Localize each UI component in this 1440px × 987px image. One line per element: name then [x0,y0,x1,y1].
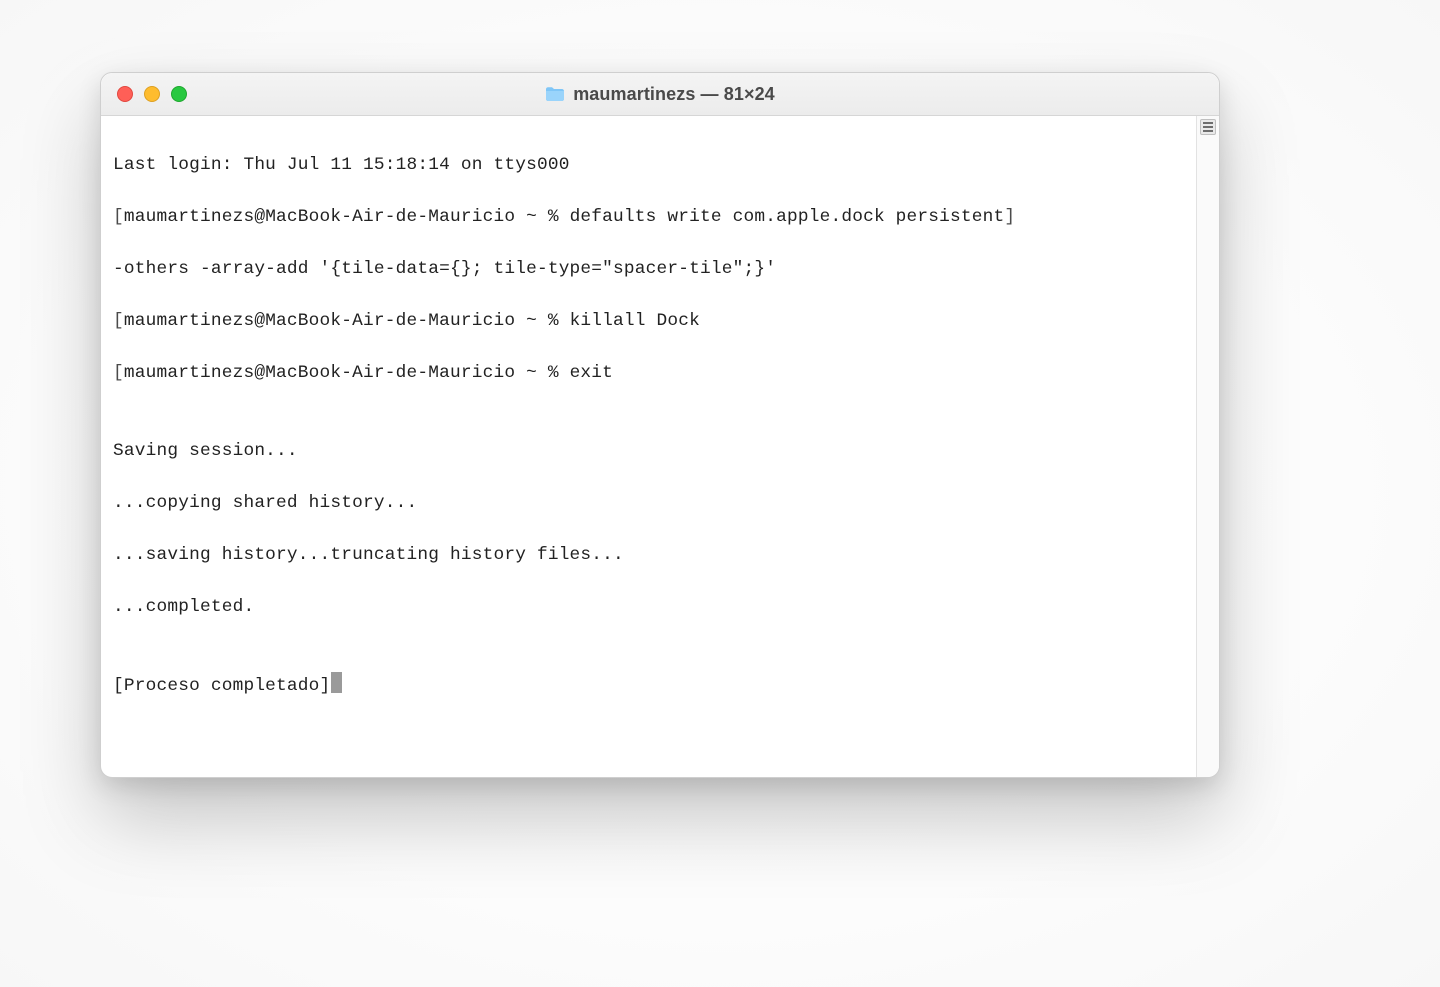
zoom-button[interactable] [171,86,187,102]
terminal-line: ...completed. [113,594,1196,620]
terminal-text: maumartinezs@MacBook-Air-de-Mauricio ~ %… [124,363,613,383]
bracket-open: [ [113,363,124,383]
close-button[interactable] [117,86,133,102]
terminal-line: ...saving history...truncating history f… [113,542,1196,568]
terminal-line: ...copying shared history... [113,490,1196,516]
window-controls [101,86,187,102]
terminal-line: -others -array-add '{tile-data={}; tile-… [113,256,1196,282]
terminal-line: [Proceso completado] [113,672,1196,699]
titlebar[interactable]: maumartinezs — 81×24 [101,73,1219,116]
terminal-line: Saving session... [113,438,1196,464]
terminal-line: [maumartinezs@MacBook-Air-de-Mauricio ~ … [113,360,1196,386]
terminal-line: Last login: Thu Jul 11 15:18:14 on ttys0… [113,152,1196,178]
terminal-content[interactable]: Last login: Thu Jul 11 15:18:14 on ttys0… [101,116,1196,777]
terminal-line: [maumartinezs@MacBook-Air-de-Mauricio ~ … [113,204,1196,230]
list-icon[interactable] [1200,119,1216,135]
terminal-window: maumartinezs — 81×24 Last login: Thu Jul… [100,72,1220,778]
minimize-button[interactable] [144,86,160,102]
window-title-group: maumartinezs — 81×24 [101,84,1219,105]
terminal-line: [maumartinezs@MacBook-Air-de-Mauricio ~ … [113,308,1196,334]
scrollbar-track[interactable] [1196,116,1219,777]
terminal-text: maumartinezs@MacBook-Air-de-Mauricio ~ %… [124,311,700,331]
terminal-text: maumartinezs@MacBook-Air-de-Mauricio ~ %… [124,207,1005,227]
terminal-text: [Proceso completado] [113,676,330,696]
bracket-close: ] [1004,207,1015,227]
terminal-output: Last login: Thu Jul 11 15:18:14 on ttys0… [101,116,1196,777]
cursor-icon [331,672,342,693]
folder-icon [545,86,565,102]
bracket-open: [ [113,311,124,331]
window-title: maumartinezs — 81×24 [573,84,775,105]
bracket-open: [ [113,207,124,227]
